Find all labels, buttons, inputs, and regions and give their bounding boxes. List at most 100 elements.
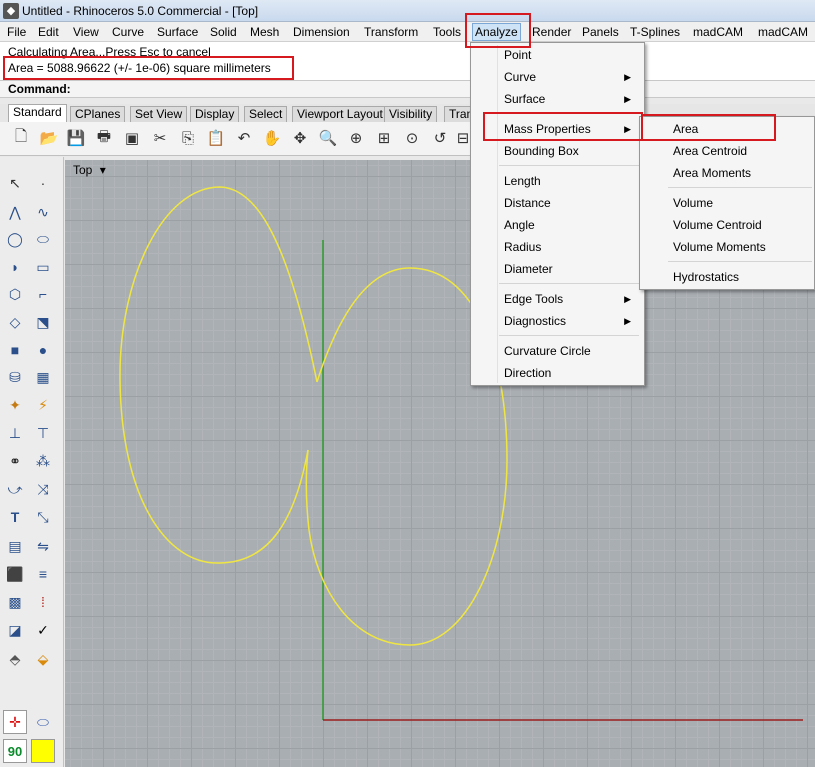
menu-item-direction[interactable]: Direction xyxy=(504,363,551,383)
check-icon[interactable]: ✓ xyxy=(31,618,55,642)
box-solid-icon[interactable]: ■ xyxy=(3,338,27,362)
split-icon[interactable]: ⊤ xyxy=(31,421,55,445)
trim-icon[interactable]: ⊥ xyxy=(3,421,27,445)
menu-tsplines[interactable]: T-Splines xyxy=(628,24,682,40)
surface-corner-icon[interactable]: ◇ xyxy=(3,310,27,334)
print-icon[interactable]: 🖶 xyxy=(93,126,115,150)
planar-mode-icon[interactable]: ⬭ xyxy=(31,710,55,734)
menu-view[interactable]: View xyxy=(71,24,101,40)
point-cloud-icon[interactable]: ⁞ xyxy=(31,590,55,614)
submenu-item-area[interactable]: Area xyxy=(673,119,698,139)
point-icon[interactable]: · xyxy=(31,171,55,195)
zoom-icon[interactable]: 🔍 xyxy=(317,126,339,150)
render-icon[interactable]: ⚡ xyxy=(31,393,55,417)
submenu-item-area-centroid[interactable]: Area Centroid xyxy=(673,141,747,161)
ellipse-icon[interactable]: ⬭ xyxy=(31,227,55,251)
submenu-item-volume-centroid[interactable]: Volume Centroid xyxy=(673,215,762,235)
fillet-curve-icon[interactable]: ⌐ xyxy=(31,282,55,306)
tab-cplanes[interactable]: CPlanes xyxy=(70,106,126,122)
layer-color-swatch[interactable] xyxy=(31,739,55,763)
menu-surface[interactable]: Surface xyxy=(155,24,200,40)
offset-icon[interactable]: ⤨ xyxy=(31,477,55,501)
polyline-icon[interactable]: ⋀ xyxy=(3,200,27,224)
menu-item-curvature-circle[interactable]: Curvature Circle xyxy=(504,341,591,361)
menu-analyze[interactable]: Analyze xyxy=(472,23,521,41)
zoom-selected-icon[interactable]: ⊙ xyxy=(401,126,423,150)
fillet-edge-icon[interactable]: ⤻ xyxy=(3,477,27,501)
array-icon[interactable]: ▤ xyxy=(3,534,27,558)
lights-icon[interactable]: ✦ xyxy=(3,393,27,417)
menu-mesh[interactable]: Mesh xyxy=(248,24,281,40)
zoom-window-icon[interactable]: ⊕ xyxy=(345,126,367,150)
new-file-icon[interactable]: 🗋 xyxy=(10,126,32,150)
angle-snap-badge[interactable]: 90 xyxy=(3,739,27,763)
export-icon[interactable]: ▣ xyxy=(121,126,143,150)
menu-item-mass-properties[interactable]: Mass Properties ▶ xyxy=(504,119,639,139)
analyze-grid-icon[interactable]: ▩ xyxy=(3,590,27,614)
menu-item-edge-tools[interactable]: Edge Tools ▶ xyxy=(504,289,639,309)
extrude-surface-icon[interactable]: ⬔ xyxy=(31,310,55,334)
tab-standard[interactable]: Standard xyxy=(8,104,67,122)
menu-item-surface[interactable]: Surface ▶ xyxy=(504,89,639,109)
open-folder-icon[interactable]: 📂 xyxy=(38,126,60,150)
submenu-item-area-moments[interactable]: Area Moments xyxy=(673,163,751,183)
cage-edit-icon[interactable]: ⬛ xyxy=(3,562,27,586)
menu-solid[interactable]: Solid xyxy=(208,24,239,40)
rhino-app-icon[interactable]: ◆ xyxy=(3,3,19,19)
boolean-union-icon[interactable]: ⚭ xyxy=(3,449,27,473)
arc-icon[interactable]: ◗ xyxy=(3,255,27,279)
tab-select[interactable]: Select xyxy=(244,106,288,122)
hide-objects-icon[interactable]: ⬘ xyxy=(3,647,27,671)
menu-item-diameter[interactable]: Diameter xyxy=(504,259,553,279)
menu-item-distance[interactable]: Distance xyxy=(504,193,551,213)
tab-display[interactable]: Display xyxy=(190,106,240,122)
cut-icon[interactable]: ✂ xyxy=(149,126,171,150)
submenu-item-volume[interactable]: Volume xyxy=(673,193,713,213)
select-arrow-icon[interactable]: ↖ xyxy=(3,171,27,195)
left-lobe-curve[interactable] xyxy=(119,186,318,564)
dimension-icon[interactable]: ⤡ xyxy=(31,505,55,529)
menu-dimension[interactable]: Dimension xyxy=(291,24,352,40)
tab-visibility[interactable]: Visibility xyxy=(384,106,438,122)
rotate-view-icon[interactable]: ✥ xyxy=(289,126,311,150)
osnap-grid-icon[interactable]: ✛ xyxy=(3,710,27,734)
menu-madcam[interactable]: madCAM xyxy=(691,24,745,40)
sphere-solid-icon[interactable]: ● xyxy=(31,338,55,362)
show-objects-icon[interactable]: ⬙ xyxy=(31,647,55,671)
submenu-item-volume-moments[interactable]: Volume Moments xyxy=(673,237,766,257)
menu-panels[interactable]: Panels xyxy=(580,24,621,40)
menu-item-curve[interactable]: Curve ▶ xyxy=(504,67,639,87)
menu-transform[interactable]: Transform xyxy=(362,24,420,40)
menu-edit[interactable]: Edit xyxy=(36,24,61,40)
menu-madcam-2[interactable]: madCAM xyxy=(756,24,810,40)
copy-icon[interactable]: ⎘ xyxy=(177,126,199,150)
contour-icon[interactable]: ≡ xyxy=(31,562,55,586)
group-icon[interactable]: ⁂ xyxy=(31,449,55,473)
save-icon[interactable]: 💾 xyxy=(65,126,87,150)
menu-curve[interactable]: Curve xyxy=(110,24,146,40)
menu-item-angle[interactable]: Angle xyxy=(504,215,535,235)
menu-item-radius[interactable]: Radius xyxy=(504,237,541,257)
menu-file[interactable]: File xyxy=(5,24,28,40)
mesh-plane-icon[interactable]: ▦ xyxy=(31,365,55,389)
curve-cv-icon[interactable]: ∿ xyxy=(31,200,55,224)
undo-icon[interactable]: ↶ xyxy=(233,126,255,150)
menu-tools[interactable]: Tools xyxy=(431,24,463,40)
tab-set-view[interactable]: Set View xyxy=(130,106,188,122)
text-object-icon[interactable]: T xyxy=(3,505,27,529)
undo-view-icon[interactable]: ↺ xyxy=(429,126,451,150)
menu-item-length[interactable]: Length xyxy=(504,171,541,191)
paste-icon[interactable]: 📋 xyxy=(205,126,227,150)
tab-viewport-layout[interactable]: Viewport Layout xyxy=(292,106,388,122)
menu-render[interactable]: Render xyxy=(530,24,573,40)
cylinder-icon[interactable]: ⛁ xyxy=(3,365,27,389)
rectangle-icon[interactable]: ▭ xyxy=(31,255,55,279)
zoom-extents-icon[interactable]: ⊞ xyxy=(373,126,395,150)
command-prompt-bar[interactable]: Command: xyxy=(0,80,815,98)
menu-item-bounding-box[interactable]: Bounding Box xyxy=(504,141,579,161)
circle-icon[interactable]: ◯ xyxy=(3,227,27,251)
submenu-item-hydrostatics[interactable]: Hydrostatics xyxy=(673,267,739,287)
menu-item-diagnostics[interactable]: Diagnostics ▶ xyxy=(504,311,639,331)
menu-item-point[interactable]: Point xyxy=(504,45,531,65)
mirror-icon[interactable]: ⇋ xyxy=(31,534,55,558)
